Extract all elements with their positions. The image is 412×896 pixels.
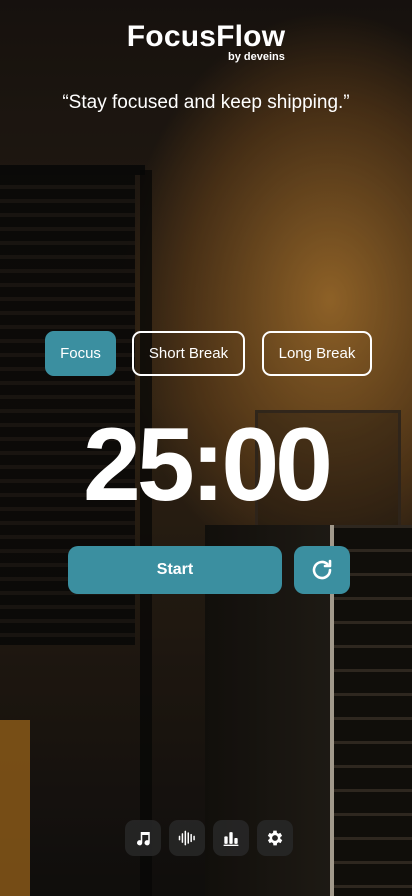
bottom-dock	[125, 820, 294, 856]
music-button[interactable]	[125, 820, 161, 856]
mode-focus-button[interactable]: Focus	[45, 331, 116, 376]
mode-long-break-button[interactable]: Long Break	[262, 331, 372, 376]
music-note-icon	[134, 829, 152, 847]
motivational-quote: “Stay focused and keep shipping.”	[62, 92, 350, 113]
bar-chart-icon	[221, 828, 241, 848]
timer-display: 25:00	[83, 407, 333, 523]
app-brand: FocusFlow by deveins	[0, 20, 412, 63]
gear-icon	[265, 828, 285, 848]
app-byline: by deveins	[228, 51, 285, 63]
ambient-sound-button[interactable]	[169, 820, 205, 856]
settings-button[interactable]	[257, 820, 293, 856]
reset-button[interactable]	[294, 546, 350, 594]
audio-waveform-icon	[177, 828, 197, 848]
mode-selector: Focus Short Break Long Break	[0, 331, 412, 376]
start-button[interactable]: Start	[68, 546, 282, 594]
mode-short-break-button[interactable]: Short Break	[132, 331, 245, 376]
app-title: FocusFlow	[126, 20, 286, 53]
refresh-icon	[310, 558, 334, 582]
stats-button[interactable]	[213, 820, 249, 856]
